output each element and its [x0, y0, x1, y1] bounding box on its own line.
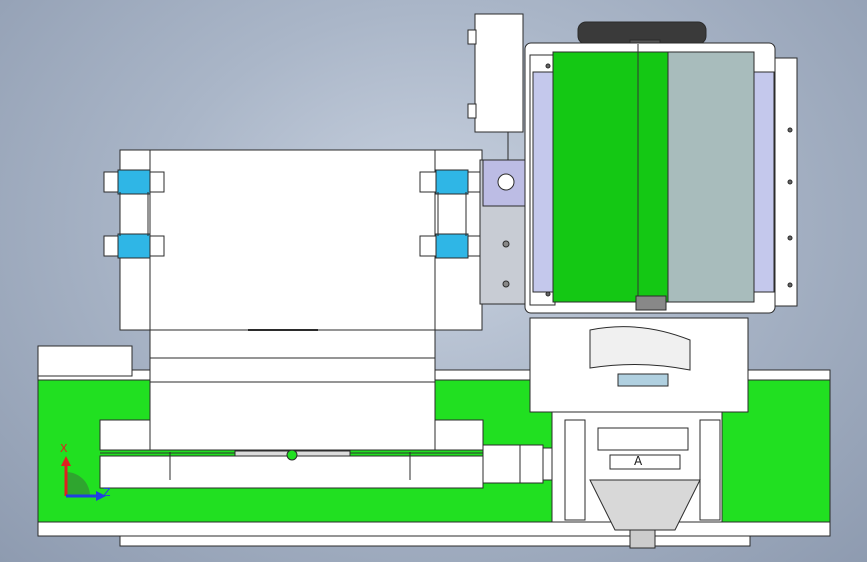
mounting-plate [479, 159, 533, 305]
rail-motor [482, 444, 556, 484]
callout-label: A [634, 454, 643, 468]
auger-housing [529, 317, 749, 413]
z-axis-label: Z [103, 486, 111, 499]
machine-assembly-drawing[interactable] [0, 0, 867, 562]
main-housing [524, 42, 798, 314]
left-housing [119, 149, 483, 451]
cad-viewport[interactable]: X Z A [0, 0, 867, 562]
x-axis-label: X [60, 442, 68, 455]
control-box [467, 13, 524, 160]
